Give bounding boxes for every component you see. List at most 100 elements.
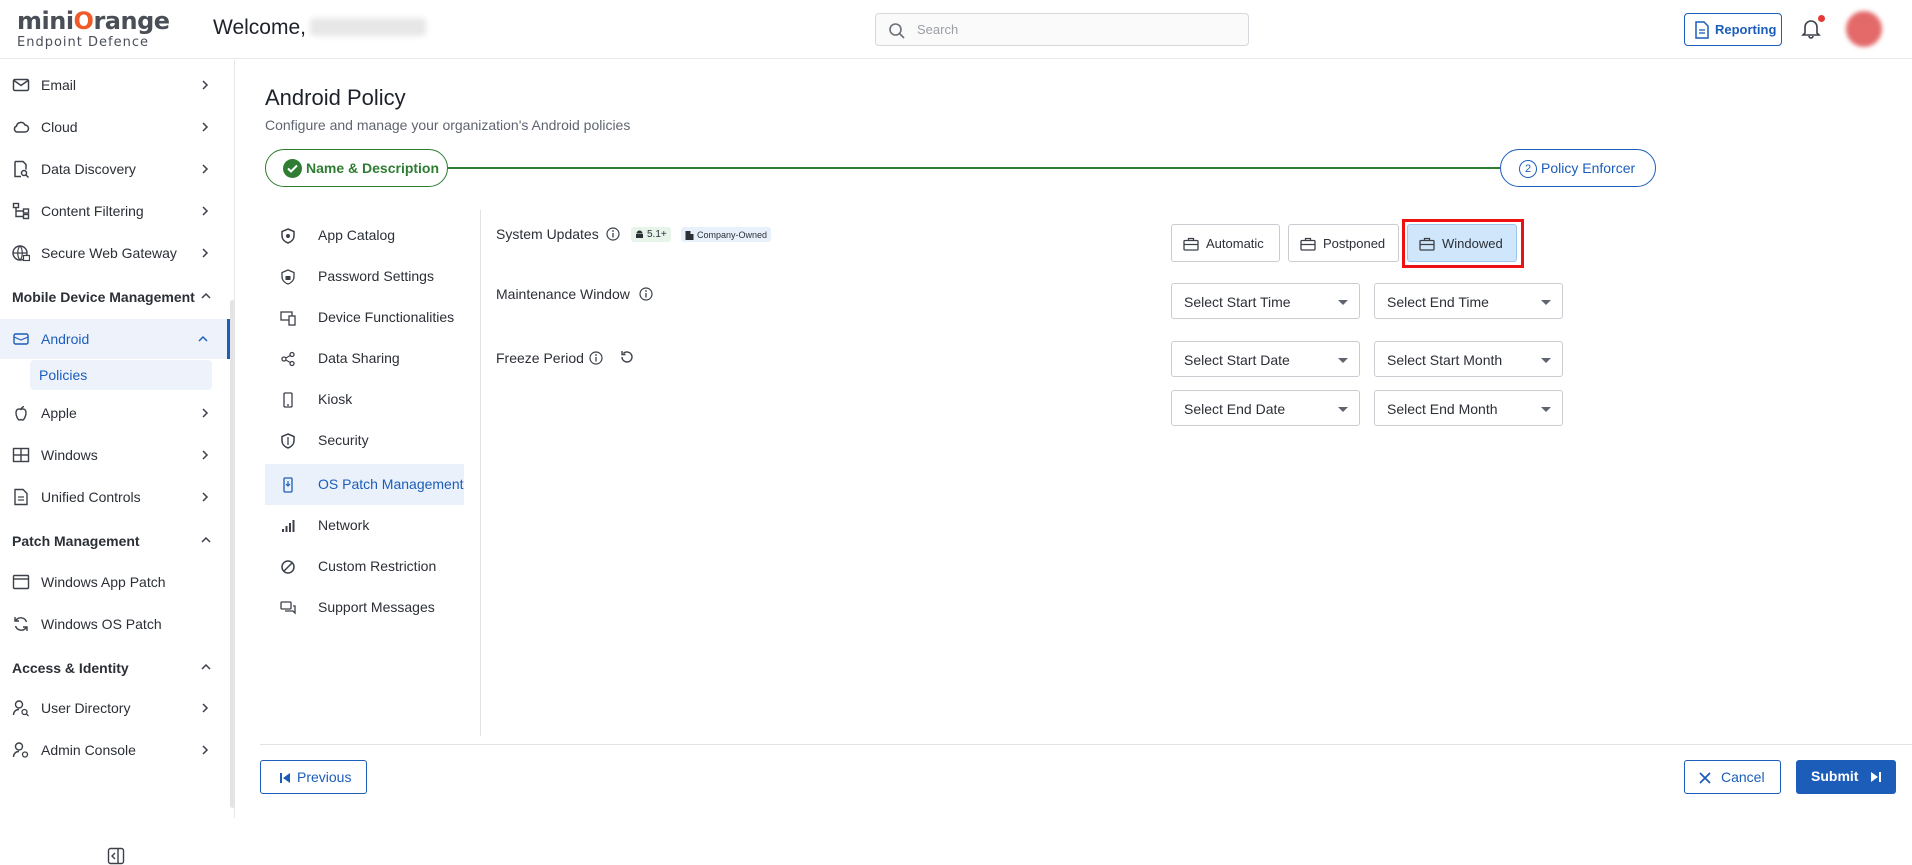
policy-nav-label: Network — [318, 517, 370, 533]
sidebar-item-unified-controls[interactable]: Unified Controls — [0, 477, 228, 517]
freeze-period-label: Freeze Period — [496, 350, 584, 366]
android-device-icon — [13, 333, 29, 345]
end-date-select[interactable]: Select End Date — [1171, 390, 1360, 426]
dropdown-caret-icon — [1541, 358, 1551, 363]
reset-icon[interactable] — [619, 349, 635, 365]
sidebar-item-content-filtering[interactable]: Content Filtering — [0, 191, 228, 231]
chevron-up-icon[interactable] — [200, 534, 212, 546]
admin-user-icon — [12, 742, 29, 758]
sidebar-item-cloud[interactable]: Cloud — [0, 107, 228, 147]
chevron-up-icon — [198, 335, 208, 342]
chevron-right-icon — [202, 703, 209, 713]
dropdown-caret-icon — [1338, 358, 1348, 363]
mail-icon — [12, 78, 30, 92]
sidebar-item-label: Apple — [41, 405, 77, 421]
dropdown-caret-icon — [1338, 300, 1348, 305]
start-date-select[interactable]: Select Start Date — [1171, 341, 1360, 377]
step-policy-enforcer[interactable]: 2 Policy Enforcer — [1500, 149, 1656, 187]
selection-highlight-box — [1402, 219, 1524, 268]
option-label: Automatic — [1206, 236, 1264, 251]
chevron-right-icon — [202, 122, 209, 132]
dropdown-caret-icon — [1541, 300, 1551, 305]
sidebar-item-android[interactable]: Android — [0, 319, 228, 359]
end-month-select[interactable]: Select End Month — [1374, 390, 1563, 426]
chevron-right-icon — [202, 450, 209, 460]
sidebar-item-label: Cloud — [41, 119, 78, 135]
postponed-option-button[interactable]: Postponed — [1288, 224, 1399, 262]
section-access-identity[interactable]: Access & Identity — [12, 660, 129, 676]
start-month-select[interactable]: Select Start Month — [1374, 341, 1563, 377]
skip-back-icon — [280, 773, 290, 783]
document-list-icon — [14, 488, 28, 506]
sidebar-item-admin-console[interactable]: Admin Console — [0, 730, 228, 770]
chevron-right-icon — [202, 492, 209, 502]
policy-nav-security[interactable]: Security — [265, 420, 465, 461]
search-input[interactable]: Search — [875, 13, 1249, 46]
sidebar-subitem-policies[interactable]: Policies — [30, 360, 212, 390]
policy-nav-network[interactable]: Network — [265, 505, 465, 546]
stepper-connector — [448, 167, 1500, 169]
policy-nav-support-messages[interactable]: Support Messages — [265, 587, 465, 628]
company-owned-badge: Company-Owned — [681, 227, 772, 242]
sidebar: Email Cloud Data Discovery Content Filte… — [0, 60, 235, 865]
policy-nav-data-sharing[interactable]: Data Sharing — [265, 338, 465, 379]
reporting-button[interactable]: Reporting — [1684, 13, 1782, 46]
cancel-button[interactable]: Cancel — [1684, 760, 1781, 794]
briefcase-icon — [1300, 237, 1316, 251]
android-version-text: 5.1+ — [647, 229, 667, 240]
policy-nav-label: App Catalog — [318, 227, 396, 243]
select-placeholder: Select Start Time — [1184, 294, 1291, 310]
automatic-option-button[interactable]: Automatic — [1171, 224, 1280, 262]
sidebar-item-email[interactable]: Email — [0, 65, 228, 105]
submit-button[interactable]: Submit — [1796, 760, 1896, 794]
previous-button[interactable]: Previous — [260, 760, 367, 794]
sidebar-item-label: Secure Web Gateway — [41, 245, 177, 261]
sidebar-item-apple[interactable]: Apple — [0, 393, 228, 433]
sidebar-item-windows-app-patch[interactable]: Windows App Patch — [0, 562, 228, 602]
sidebar-item-user-directory[interactable]: User Directory — [0, 688, 228, 728]
company-owned-text: Company-Owned — [697, 229, 768, 240]
info-icon[interactable] — [589, 351, 603, 365]
signal-bars-icon — [282, 520, 295, 532]
step-number: 2 — [1519, 160, 1537, 178]
info-icon[interactable] — [639, 287, 653, 301]
sidebar-item-data-discovery[interactable]: Data Discovery — [0, 149, 228, 189]
end-time-select[interactable]: Select End Time — [1374, 283, 1563, 319]
sidebar-item-label: Data Discovery — [41, 161, 136, 177]
sidebar-item-label: Windows — [41, 447, 98, 463]
sidebar-item-windows[interactable]: Windows — [0, 435, 228, 475]
policy-nav-label: Support Messages — [318, 599, 435, 615]
sidebar-item-label: Windows App Patch — [41, 574, 166, 590]
collapse-sidebar-icon[interactable] — [107, 847, 125, 865]
policy-nav-kiosk[interactable]: Kiosk — [265, 379, 465, 420]
info-icon[interactable] — [606, 227, 620, 241]
sidebar-item-secure-web-gateway[interactable]: Secure Web Gateway — [0, 233, 228, 273]
policy-nav-os-patch-management[interactable]: OS Patch Management — [265, 464, 464, 505]
start-time-select[interactable]: Select Start Time — [1171, 283, 1360, 319]
search-icon — [889, 23, 905, 39]
policy-nav-app-catalog[interactable]: App Catalog — [265, 215, 465, 256]
section-mobile-device-management[interactable]: Mobile Device Management — [12, 289, 195, 305]
policy-nav-custom-restriction[interactable]: Custom Restriction — [265, 546, 465, 587]
policy-nav-label: OS Patch Management — [318, 476, 464, 492]
footer-divider — [260, 744, 1912, 745]
sidebar-scrollbar[interactable] — [230, 300, 235, 808]
sidebar-item-label: User Directory — [41, 700, 131, 716]
maintenance-window-label: Maintenance Window — [496, 286, 630, 302]
reporting-label: Reporting — [1715, 22, 1777, 37]
step-name-description[interactable]: Name & Description — [265, 149, 448, 187]
chevron-right-icon — [202, 206, 209, 216]
globe-lock-icon — [12, 245, 30, 262]
sidebar-item-windows-os-patch[interactable]: Windows OS Patch — [0, 604, 228, 644]
chevron-up-icon[interactable] — [200, 661, 212, 673]
user-avatar[interactable] — [1846, 11, 1882, 47]
policy-nav-device-functionalities[interactable]: Device Functionalities — [265, 297, 465, 338]
miniorange-logo[interactable]: miniOrange Endpoint Defence — [17, 9, 170, 50]
policy-nav-label: Data Sharing — [318, 350, 400, 366]
chevron-up-icon[interactable] — [200, 290, 212, 302]
policy-nav-password-settings[interactable]: Password Settings — [265, 256, 465, 297]
page-title: Android Policy — [265, 85, 406, 110]
section-patch-management[interactable]: Patch Management — [12, 533, 140, 549]
sidebar-item-label: Admin Console — [41, 742, 136, 758]
chevron-right-icon — [202, 745, 209, 755]
